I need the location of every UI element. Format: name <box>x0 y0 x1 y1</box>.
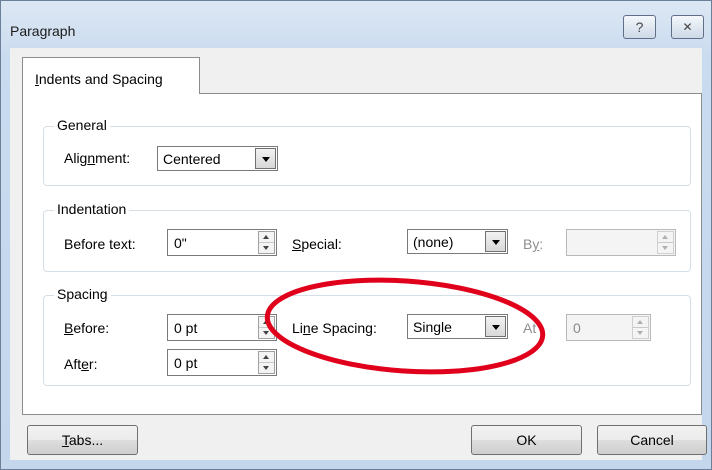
alignment-label: Alignment: <box>64 150 131 166</box>
before-text-label: Before text: <box>64 236 136 252</box>
tab-label: ndents and Spacing <box>38 71 163 87</box>
window-title: Paragraph <box>10 23 76 39</box>
alignment-value: Centered <box>163 151 221 167</box>
after-label: After: <box>64 356 98 372</box>
tab-indents-and-spacing[interactable]: Indents and Spacing <box>22 57 200 94</box>
chevron-down-icon[interactable] <box>485 231 506 252</box>
general-legend: General <box>54 117 110 133</box>
by-spinner[interactable] <box>566 229 676 256</box>
at-spinner[interactable]: 0 <box>566 314 651 341</box>
tabs-button[interactable]: Tabs... <box>27 425 138 455</box>
after-spinner[interactable]: 0 pt <box>167 349 277 376</box>
before-label: Before: <box>64 320 110 336</box>
before-text-value: 0" <box>174 235 187 251</box>
special-label: Special: <box>292 236 342 252</box>
alignment-select[interactable]: Centered <box>157 146 278 171</box>
ok-button[interactable]: OK <box>471 425 582 455</box>
spacing-legend: Spacing <box>54 286 111 302</box>
help-icon: ? <box>635 19 644 35</box>
at-value: 0 <box>573 320 581 336</box>
before-spinner[interactable]: 0 pt <box>167 314 277 341</box>
after-value: 0 pt <box>174 355 198 371</box>
close-icon: ✕ <box>682 20 693 34</box>
line-spacing-select[interactable]: Single <box>407 314 508 339</box>
cancel-button[interactable]: Cancel <box>597 425 707 455</box>
spin-arrows-icon[interactable] <box>657 231 674 254</box>
before-text-spinner[interactable]: 0" <box>167 229 277 256</box>
indentation-legend: Indentation <box>54 201 130 217</box>
general-group <box>43 126 691 186</box>
cancel-button-label: Cancel <box>630 432 674 448</box>
spin-arrows-icon[interactable] <box>258 316 275 339</box>
spin-arrows-icon[interactable] <box>258 351 275 374</box>
before-value: 0 pt <box>174 320 198 336</box>
chevron-down-icon[interactable] <box>485 316 506 337</box>
line-spacing-label: Line Spacing: <box>292 320 377 336</box>
chevron-down-icon[interactable] <box>255 148 276 169</box>
special-select[interactable]: (none) <box>407 229 508 254</box>
ok-button-label: OK <box>516 432 537 448</box>
tabs-button-accel: T <box>61 432 69 448</box>
line-spacing-value: Single <box>413 319 452 335</box>
spin-arrows-icon[interactable] <box>632 316 649 339</box>
spin-arrows-icon[interactable] <box>258 231 275 254</box>
close-button[interactable]: ✕ <box>671 15 704 39</box>
at-label: At <box>523 320 537 336</box>
special-value: (none) <box>413 234 454 250</box>
by-label: By: <box>523 236 544 252</box>
tabs-button-label: abs... <box>68 432 104 448</box>
help-button[interactable]: ? <box>623 15 656 39</box>
